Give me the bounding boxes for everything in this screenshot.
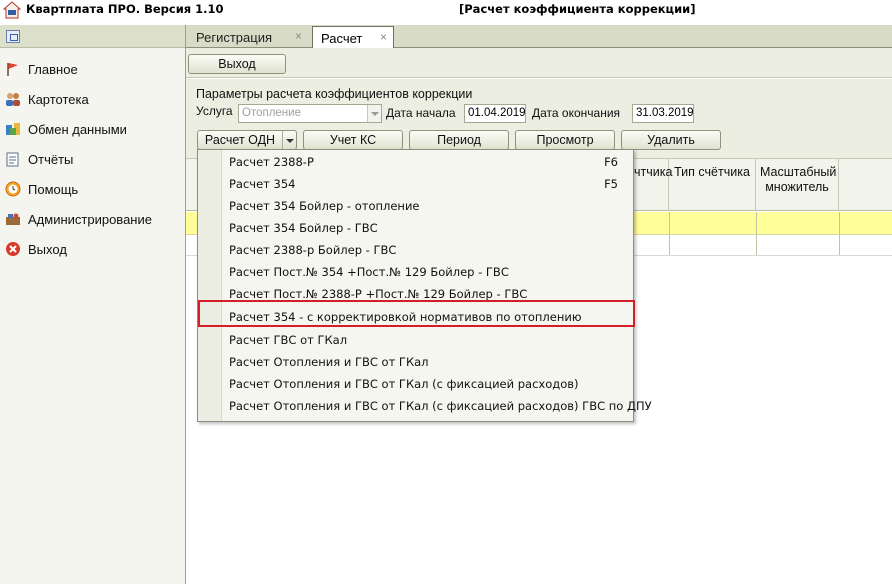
exit-button[interactable]: Выход bbox=[188, 54, 286, 74]
start-date-label: Дата начала bbox=[386, 106, 456, 120]
menu-item[interactable]: Расчет Отопления и ГВС от ГКал bbox=[198, 351, 633, 373]
app-logo-icon bbox=[3, 1, 21, 19]
cell-divider bbox=[669, 235, 670, 255]
tab-label: Регистрация bbox=[196, 30, 272, 45]
cell-divider bbox=[839, 212, 840, 234]
start-date-field[interactable]: 01.04.2019 bbox=[464, 104, 526, 123]
service-label: Услуга bbox=[196, 104, 233, 118]
end-date-field[interactable]: 31.03.2019 bbox=[632, 104, 694, 123]
menu-item-label: Расчет Отопления и ГВС от ГКал (с фиксац… bbox=[229, 377, 579, 391]
highlight-annotation bbox=[198, 300, 635, 327]
sidebar-item-exchange[interactable]: Обмен данными bbox=[5, 119, 127, 139]
menu-item-label: Расчет ГВС от ГКал bbox=[229, 333, 348, 347]
params-panel: Параметры расчета коэффициентов коррекци… bbox=[186, 79, 892, 159]
menu-item[interactable]: Расчет Отопления и ГВС от ГКал (с фиксац… bbox=[198, 373, 633, 395]
tab-strip: Регистрация × Расчет × bbox=[186, 25, 892, 49]
params-title: Параметры расчета коэффициентов коррекци… bbox=[196, 87, 473, 101]
sidebar-item-label: Помощь bbox=[28, 181, 79, 197]
sidebar-item-label: Обмен данными bbox=[28, 121, 127, 137]
menu-item-label: Расчет 354 bbox=[229, 177, 296, 191]
sidebar-item-main[interactable]: Главное bbox=[5, 59, 78, 79]
app-title: Квартплата ПРО. Версия 1.10 bbox=[26, 2, 224, 16]
cell-divider bbox=[669, 212, 670, 234]
menu-item-label: Расчет 2388-р Бойлер - ГВС bbox=[229, 243, 397, 257]
delete-button[interactable]: Удалить bbox=[621, 130, 721, 150]
chevron-down-icon[interactable] bbox=[367, 105, 381, 122]
report-icon bbox=[6, 152, 19, 167]
sidebar: Главное Картотека Обмен данными Отчёты П… bbox=[0, 25, 186, 584]
toolbar: Выход bbox=[186, 48, 892, 78]
close-icon[interactable]: × bbox=[380, 30, 387, 44]
exit-icon bbox=[6, 242, 20, 256]
menu-item-label: Расчет 354 Бойлер - отопление bbox=[229, 199, 420, 213]
menu-item[interactable]: Расчет 354 Бойлер - отопление bbox=[198, 195, 633, 217]
close-icon[interactable]: × bbox=[295, 29, 302, 43]
sidebar-item-label: Администрирование bbox=[28, 211, 152, 227]
sidebar-item-cards[interactable]: Картотека bbox=[5, 89, 89, 109]
tab-label: Расчет bbox=[321, 31, 363, 46]
window-title: [Расчет коэффициента коррекции] bbox=[459, 2, 696, 16]
calc-odn-menu: Расчет 2388-Р F6 Расчет 354 F5 Расчет 35… bbox=[197, 149, 652, 422]
end-date-value: 31.03.2019 bbox=[636, 107, 694, 119]
chevron-down-icon[interactable] bbox=[282, 131, 296, 149]
end-date-label: Дата окончания bbox=[532, 106, 621, 120]
menu-item[interactable]: Расчет ГВС от ГКал bbox=[198, 329, 633, 351]
sidebar-item-label: Отчёты bbox=[28, 151, 74, 167]
sidebar-item-label: Картотека bbox=[28, 91, 89, 107]
service-select[interactable]: Отопление bbox=[238, 104, 382, 123]
menu-item[interactable]: Расчет Пост.№ 354 +Пост.№ 129 Бойлер - Г… bbox=[198, 261, 633, 283]
calc-odn-split-button[interactable]: Расчет ОДН bbox=[197, 130, 297, 150]
tab-calculation[interactable]: Расчет × bbox=[312, 26, 394, 49]
menu-item[interactable]: Расчет 354 F5 bbox=[198, 173, 633, 195]
title-bar: Квартплата ПРО. Версия 1.10 [Расчет коэф… bbox=[0, 0, 892, 20]
sidebar-item-label: Главное bbox=[28, 61, 78, 77]
view-button[interactable]: Просмотр bbox=[515, 130, 615, 150]
menu-item-label: Расчет 354 Бойлер - ГВС bbox=[229, 221, 378, 235]
menu-item-label: Расчет Отопления и ГВС от ГКал bbox=[229, 355, 429, 369]
cell-divider bbox=[839, 235, 840, 255]
column-header[interactable]: Тип счётчика bbox=[669, 159, 756, 211]
menu-item[interactable]: Расчет 2388-р Бойлер - ГВС bbox=[198, 239, 633, 261]
sidebar-item-label: Выход bbox=[28, 241, 67, 257]
cell-divider bbox=[756, 212, 757, 234]
menu-item[interactable]: Расчет 354 Бойлер - ГВС bbox=[198, 217, 633, 239]
tab-registration[interactable]: Регистрация × bbox=[188, 26, 308, 48]
menu-shortcut: F6 bbox=[604, 155, 618, 169]
sidebar-item-reports[interactable]: Отчёты bbox=[5, 149, 73, 169]
period-button[interactable]: Период bbox=[409, 130, 509, 150]
start-date-value: 01.04.2019 bbox=[468, 107, 526, 119]
sidebar-item-help[interactable]: Помощь bbox=[5, 179, 78, 199]
menu-item-label: Расчет Пост.№ 354 +Пост.№ 129 Бойлер - Г… bbox=[229, 265, 509, 279]
cell-divider bbox=[756, 235, 757, 255]
menu-item[interactable]: Расчет 2388-Р F6 bbox=[198, 151, 633, 173]
collapse-icon[interactable] bbox=[6, 30, 20, 43]
service-value: Отопление bbox=[242, 107, 301, 119]
admin-icon bbox=[6, 213, 20, 225]
calc-odn-label: Расчет ОДН bbox=[204, 133, 276, 147]
sidebar-item-admin[interactable]: Администрирование bbox=[5, 209, 152, 229]
uchet-ks-button[interactable]: Учет КС bbox=[303, 130, 403, 150]
menu-item-label: Расчет Пост.№ 2388-Р +Пост.№ 129 Бойлер … bbox=[229, 287, 528, 301]
column-header[interactable]: Масштабный множитель bbox=[756, 159, 839, 211]
exchange-icon bbox=[6, 123, 20, 135]
people-icon bbox=[6, 93, 20, 106]
help-clock-icon bbox=[5, 181, 21, 197]
sidebar-item-exit[interactable]: Выход bbox=[5, 239, 67, 259]
menu-item-label: Расчет 2388-Р bbox=[229, 155, 314, 169]
menu-item-label: Расчет Отопления и ГВС от ГКал (с фиксац… bbox=[229, 399, 652, 413]
menu-shortcut: F5 bbox=[604, 177, 618, 191]
menu-item[interactable]: Расчет Отопления и ГВС от ГКал (с фиксац… bbox=[198, 395, 652, 417]
flag-icon bbox=[7, 63, 18, 76]
sidebar-header bbox=[0, 25, 185, 48]
